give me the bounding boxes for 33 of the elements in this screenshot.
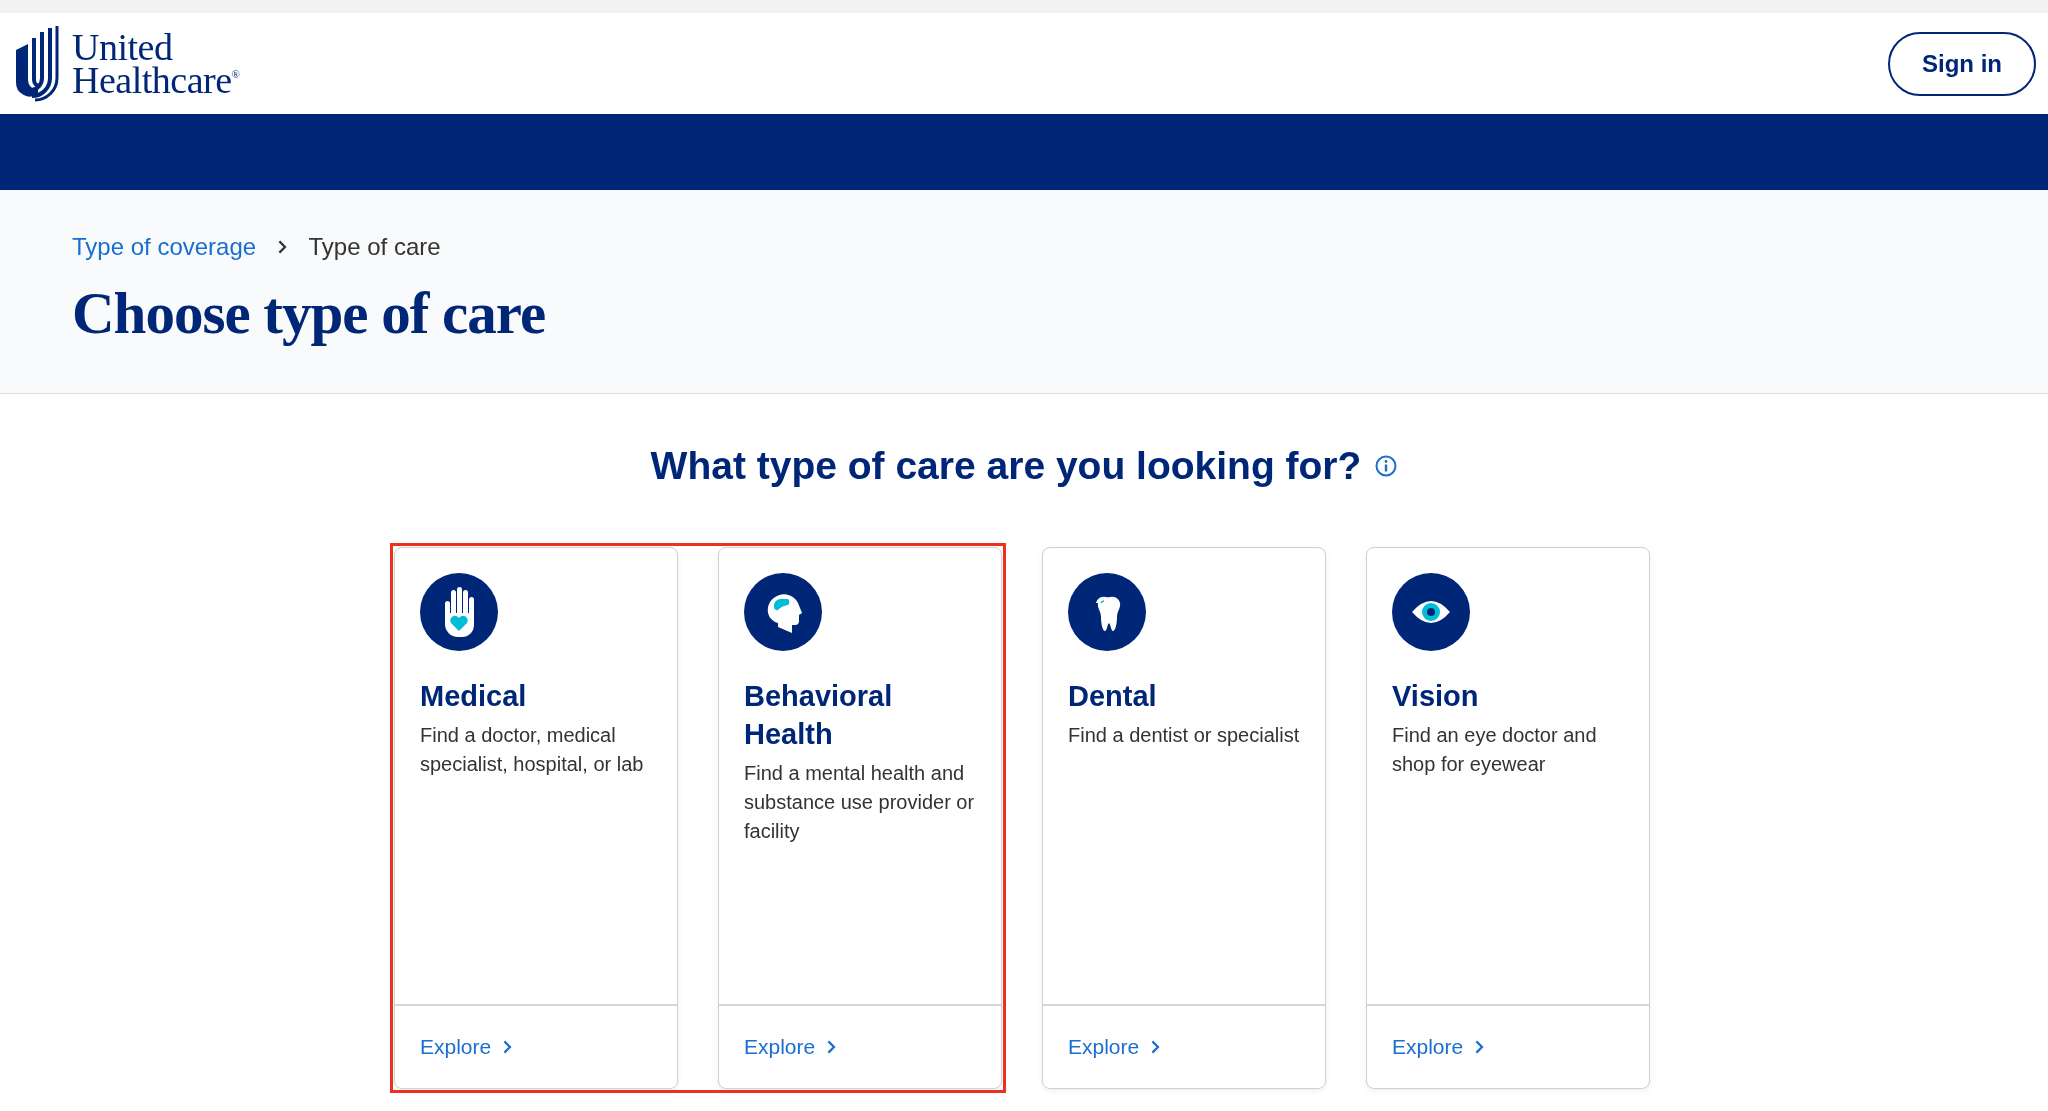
info-icon[interactable] bbox=[1375, 455, 1398, 477]
care-card[interactable]: Behavioral Health Find a mental health and substance use provider or facility Explore bbox=[718, 547, 1002, 1089]
card-description: Find an eye doctor and shop for eyewear bbox=[1392, 723, 1598, 777]
explore-link[interactable]: Explore bbox=[420, 1035, 512, 1059]
explore-link[interactable]: Explore bbox=[1068, 1035, 1160, 1059]
card-title: Behavioral Health bbox=[744, 679, 894, 752]
care-card[interactable]: Dental Find a dentist or specialist Explore bbox=[1042, 547, 1326, 1089]
card-title: Vision bbox=[1392, 679, 1480, 714]
explore-link[interactable]: Explore bbox=[1392, 1035, 1484, 1059]
chevron-right-icon bbox=[278, 240, 287, 254]
card-description: Find a dentist or specialist bbox=[1068, 723, 1300, 748]
chevron-right-icon bbox=[1475, 1040, 1484, 1054]
tooth-icon bbox=[1068, 573, 1146, 651]
card-title: Dental bbox=[1068, 679, 1158, 714]
logo-text: Healthcare$^{®}$ bbox=[72, 63, 240, 97]
sign-in-button[interactable]: Sign in bbox=[1888, 31, 2036, 96]
card-description: Find a doctor, medical specialist, hospital, or lab bbox=[420, 723, 645, 777]
question-heading: What type of care are you looking for? bbox=[650, 444, 1362, 488]
chevron-right-icon bbox=[503, 1040, 512, 1054]
chevron-right-icon bbox=[827, 1040, 836, 1054]
card-title: Medical bbox=[420, 679, 528, 714]
logo-text: United bbox=[72, 30, 173, 64]
breadcrumb-link[interactable]: Type of coverage bbox=[72, 233, 257, 261]
page-title: Choose type of care bbox=[72, 279, 547, 348]
care-card[interactable]: Medical Find a doctor, medical specialist, hospital, or lab Explore bbox=[394, 547, 678, 1089]
breadcrumb-current: Type of care bbox=[308, 233, 441, 261]
head-brain-icon bbox=[744, 573, 822, 651]
explore-link[interactable]: Explore bbox=[744, 1035, 836, 1059]
chevron-right-icon bbox=[1151, 1040, 1160, 1054]
eye-icon bbox=[1392, 573, 1470, 651]
card-description: Find a mental health and substance use provider or facility bbox=[744, 761, 976, 844]
logo-icon bbox=[14, 25, 60, 102]
care-card[interactable]: Vision Find an eye doctor and shop for eyewear Explore bbox=[1366, 547, 1650, 1089]
